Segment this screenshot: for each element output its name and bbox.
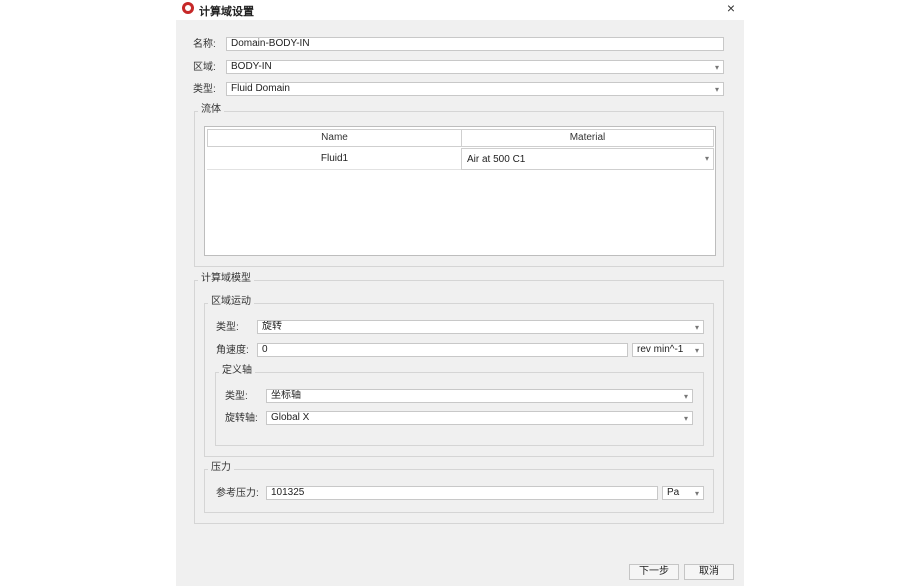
chevron-down-icon: ▾ — [683, 392, 688, 401]
angular-velocity-label: 角速度: — [216, 345, 249, 356]
fluid-table: Name Material Fluid1 Air at 500 C1 ▾ — [204, 126, 716, 256]
axis-definition-group-title: 定义轴 — [219, 365, 255, 377]
fluid-group-title: 流体 — [198, 104, 224, 116]
chevron-down-icon: ▾ — [704, 154, 709, 163]
chevron-down-icon: ▾ — [694, 346, 699, 355]
name-input[interactable]: Domain-BODY-IN — [226, 37, 724, 51]
motion-type-label: 类型: — [216, 322, 239, 333]
angular-velocity-input[interactable]: 0 — [257, 343, 628, 357]
title-bar: 计算域设置 × — [176, 0, 744, 20]
chevron-down-icon: ▾ — [714, 63, 719, 72]
axis-definition-group — [215, 372, 704, 446]
name-label: 名称: — [193, 39, 216, 50]
cancel-button[interactable]: 取消 — [684, 564, 734, 580]
motion-type-select[interactable]: 旋转 ▾ — [257, 320, 704, 334]
axis-type-label: 类型: — [225, 391, 248, 402]
chevron-down-icon: ▾ — [694, 489, 699, 498]
close-button[interactable]: × — [722, 0, 740, 16]
reference-pressure-unit-value: Pa — [667, 487, 680, 498]
domain-settings-dialog: 计算域设置 × 名称: Domain-BODY-IN 区域: BODY-IN ▾… — [176, 0, 744, 586]
app-logo-icon — [182, 2, 194, 14]
chevron-down-icon: ▾ — [683, 414, 688, 423]
rotation-axis-label: 旋转轴: — [225, 413, 258, 424]
zone-select[interactable]: BODY-IN ▾ — [226, 60, 724, 74]
rotation-axis-value: Global X — [271, 412, 310, 423]
rotation-axis-select[interactable]: Global X ▾ — [266, 411, 693, 425]
column-header-material[interactable]: Material — [461, 129, 714, 147]
axis-type-value: 坐标轴 — [271, 390, 301, 401]
material-value: Air at 500 C1 — [467, 154, 526, 165]
domain-type-value: Fluid Domain — [231, 83, 290, 94]
reference-pressure-unit-select[interactable]: Pa ▾ — [662, 486, 704, 500]
chevron-down-icon: ▾ — [714, 85, 719, 94]
angular-velocity-unit-value: rev min^-1 — [637, 344, 684, 355]
zone-select-value: BODY-IN — [231, 61, 272, 72]
column-header-name[interactable]: Name — [207, 129, 462, 147]
dialog-title: 计算域设置 — [199, 6, 254, 18]
axis-type-select[interactable]: 坐标轴 ▾ — [266, 389, 693, 403]
zone-motion-group-title: 区域运动 — [208, 296, 254, 308]
pressure-group-title: 压力 — [208, 462, 234, 474]
material-select[interactable]: Air at 500 C1 ▾ — [461, 148, 714, 170]
reference-pressure-label: 参考压力: — [216, 488, 259, 499]
domain-model-group-title: 计算域模型 — [198, 273, 254, 285]
reference-pressure-input[interactable]: 101325 — [266, 486, 658, 500]
type-label: 类型: — [193, 84, 216, 95]
next-button[interactable]: 下一步 — [629, 564, 679, 580]
angular-velocity-unit-select[interactable]: rev min^-1 ▾ — [632, 343, 704, 357]
motion-type-value: 旋转 — [262, 321, 282, 332]
zone-label: 区域: — [193, 62, 216, 73]
table-cell-fluid-name[interactable]: Fluid1 — [207, 148, 462, 170]
chevron-down-icon: ▾ — [694, 323, 699, 332]
domain-type-select[interactable]: Fluid Domain ▾ — [226, 82, 724, 96]
